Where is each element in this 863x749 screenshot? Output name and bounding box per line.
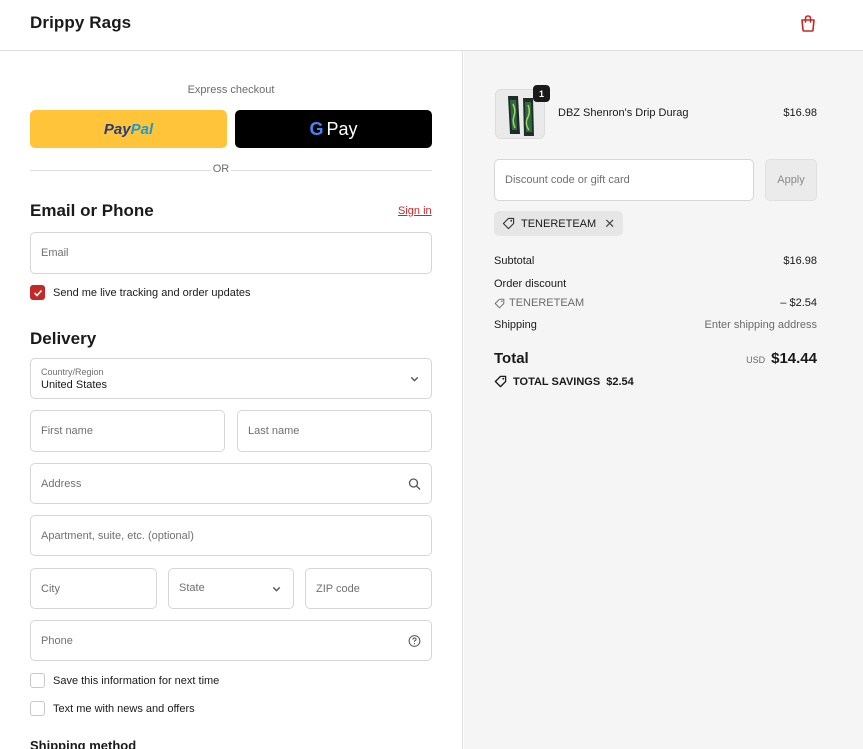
total-savings-label: TOTAL SAVINGS xyxy=(513,375,601,388)
checkmark-icon xyxy=(33,289,42,297)
remove-discount-icon[interactable]: ✕ xyxy=(604,216,615,232)
chevron-down-icon xyxy=(410,376,419,382)
search-icon xyxy=(408,477,421,490)
discount-code-field[interactable]: Discount code or gift card xyxy=(494,159,754,201)
shopping-bag-icon[interactable] xyxy=(798,13,818,33)
zip-field[interactable]: ZIP code xyxy=(305,568,432,609)
subtotal-label: Subtotal xyxy=(494,255,535,267)
google-pay-button[interactable]: G Pay xyxy=(235,110,432,148)
phone-field[interactable]: Phone xyxy=(30,620,432,661)
state-select[interactable]: State xyxy=(168,568,294,609)
checkout-header: Drippy Rags xyxy=(0,0,863,51)
subtotal-value: $16.98 xyxy=(783,255,817,267)
zip-placeholder: ZIP code xyxy=(316,582,360,595)
or-divider: OR xyxy=(30,163,432,177)
paypal-button[interactable]: Pay Pal xyxy=(30,110,227,148)
product-price: $16.98 xyxy=(783,107,817,119)
chevron-down-icon xyxy=(272,586,281,592)
applied-discount-chip: TENERETEAM ✕ xyxy=(494,211,624,236)
city-placeholder: City xyxy=(41,582,60,595)
state-placeholder: State xyxy=(179,582,205,594)
help-circle-icon[interactable] xyxy=(408,634,421,647)
last-name-placeholder: Last name xyxy=(248,425,300,437)
order-discount-code: TENERETEAM xyxy=(509,297,585,309)
text-me-checkbox[interactable] xyxy=(30,701,45,716)
total-savings-value: $2.54 xyxy=(606,375,634,388)
first-name-placeholder: First name xyxy=(41,425,93,437)
divider-line xyxy=(231,170,432,171)
shipping-method-title: Shipping method xyxy=(30,738,137,749)
tracking-checkbox[interactable] xyxy=(30,285,45,300)
city-field[interactable]: City xyxy=(30,568,157,609)
delivery-section-title: Delivery xyxy=(30,329,97,348)
express-checkout-label: Express checkout xyxy=(187,84,275,96)
apply-discount-button[interactable]: Apply xyxy=(765,159,817,201)
checkout-form: Express checkout Pay Pal G Pay OR Email o… xyxy=(0,51,463,749)
tag-icon xyxy=(494,375,507,388)
phone-placeholder: Phone xyxy=(41,634,73,647)
country-select[interactable]: Country/Region United States xyxy=(30,358,432,399)
address-field[interactable]: Address xyxy=(30,463,432,504)
total-currency: USD xyxy=(746,355,766,365)
email-placeholder: Email xyxy=(41,247,69,259)
total-label: Total xyxy=(494,350,529,367)
country-value: United States xyxy=(41,379,108,391)
shipping-label: Shipping xyxy=(494,319,537,331)
total-value-group: USD $14.44 xyxy=(746,350,817,367)
discount-placeholder: Discount code or gift card xyxy=(505,174,630,186)
paypal-logo-part: Pay xyxy=(103,120,131,138)
tracking-checkbox-row[interactable]: Send me live tracking and order updates xyxy=(30,285,251,300)
tag-icon xyxy=(494,298,505,308)
first-name-field[interactable]: First name xyxy=(30,410,225,452)
apartment-field[interactable]: Apartment, suite, etc. (optional) xyxy=(30,515,432,556)
save-info-checkbox[interactable] xyxy=(30,673,45,688)
order-discount-code-row: TENERETEAM xyxy=(494,297,584,309)
text-me-checkbox-row[interactable]: Text me with news and offers xyxy=(30,701,195,716)
paypal-logo-part: Pal xyxy=(130,120,154,138)
sign-in-link[interactable]: Sign in xyxy=(398,205,432,217)
store-name[interactable]: Drippy Rags xyxy=(30,13,131,33)
order-discount-label: Order discount xyxy=(494,278,567,290)
save-info-checkbox-row[interactable]: Save this information for next time xyxy=(30,673,219,688)
shipping-value: Enter shipping address xyxy=(704,319,817,331)
divider-line xyxy=(30,170,211,171)
country-label: Country/Region xyxy=(41,367,104,377)
contact-section-title: Email or Phone xyxy=(30,201,154,220)
save-info-label: Save this information for next time xyxy=(53,674,220,687)
email-field[interactable]: Email xyxy=(30,232,432,274)
google-pay-label: Pay xyxy=(326,118,358,139)
product-name: DBZ Shenron's Drip Durag xyxy=(558,107,689,119)
last-name-field[interactable]: Last name xyxy=(237,410,432,452)
order-summary: 1 DBZ Shenron's Drip Durag $16.98 Discou… xyxy=(464,51,863,749)
applied-discount-code: TENERETEAM xyxy=(521,217,597,230)
quantity-badge: 1 xyxy=(533,85,550,102)
text-me-label: Text me with news and offers xyxy=(53,702,195,715)
apartment-placeholder: Apartment, suite, etc. (optional) xyxy=(41,529,194,542)
tracking-label: Send me live tracking and order updates xyxy=(53,286,251,299)
total-value: $14.44 xyxy=(771,350,817,367)
address-placeholder: Address xyxy=(41,477,82,490)
google-g-icon: G xyxy=(309,118,324,139)
total-savings-row: TOTAL SAVINGS $2.54 xyxy=(494,375,634,388)
order-discount-value: – $2.54 xyxy=(780,297,817,309)
or-text: OR xyxy=(212,163,230,175)
tag-icon xyxy=(502,217,515,230)
